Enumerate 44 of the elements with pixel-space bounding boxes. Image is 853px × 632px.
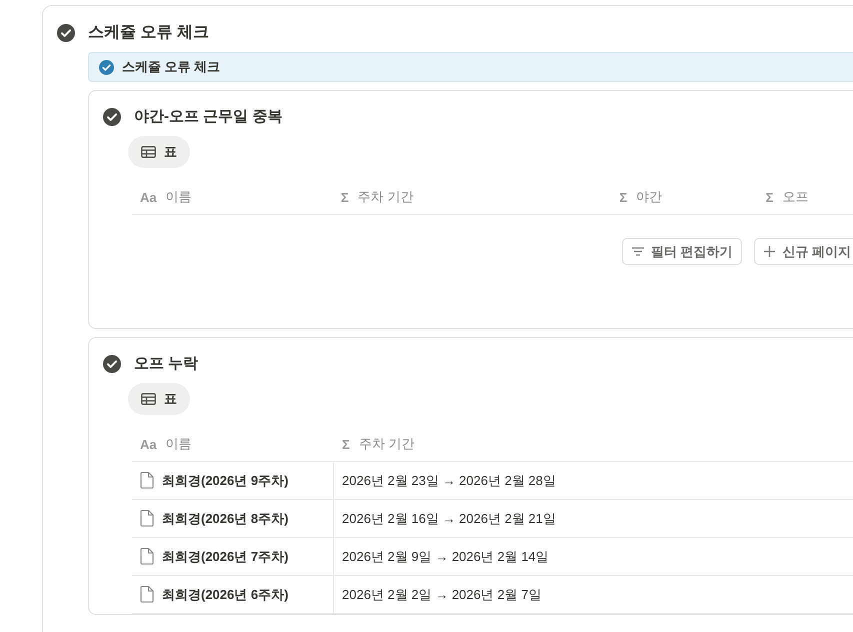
column-header[interactable]: 주차 기간	[358, 188, 414, 206]
page-icon	[140, 472, 154, 489]
table-icon	[141, 146, 156, 158]
page-icon	[140, 510, 154, 527]
view-title: 야간-오프 근무일 중복	[134, 107, 282, 126]
filter-button[interactable]: 필터 편집하기	[622, 238, 742, 265]
column-type-icon: Σ	[340, 190, 349, 204]
check-circle-icon	[103, 108, 121, 126]
table-cell-text: 2026년 2월 2일 → 2026년 2월 7일	[341, 586, 542, 604]
column-type-icon: Σ	[619, 190, 628, 204]
table-cell-text: 2026년 2월 23일 → 2026년 2월 28일	[341, 472, 557, 490]
plus-icon	[764, 246, 776, 257]
view-title: 오프 누락	[134, 354, 198, 373]
table-cell-text: 2026년 2월 16일 → 2026년 2월 21일	[341, 510, 557, 528]
section-title: 스케쥴 오류 체크	[88, 23, 209, 43]
filter-icon	[632, 247, 644, 256]
callout-text: 스케쥴 오류 체크	[122, 58, 220, 76]
column-type-icon: Σ	[766, 190, 774, 204]
page-icon	[140, 548, 154, 565]
column-type-icon: Σ	[342, 436, 350, 452]
column-header[interactable]: 야간	[636, 188, 662, 206]
check-circle-icon	[99, 60, 114, 74]
table-cell[interactable]: 최희경(2026년 9주차)	[132, 462, 334, 499]
check-circle-icon	[57, 24, 75, 42]
page-title[interactable]: 최희경(2026년 9주차)	[162, 472, 288, 490]
view-tab[interactable]: 표	[128, 383, 190, 415]
column-type-icon: Aa	[140, 436, 157, 452]
column-header[interactable]: 오프	[782, 188, 808, 206]
check-circle-icon	[103, 354, 121, 372]
add-button[interactable]: 신규 페이지	[754, 238, 853, 265]
column-header[interactable]: 주차 기간	[358, 435, 414, 453]
column-header[interactable]: 이름	[166, 435, 192, 453]
column-header[interactable]: 이름	[166, 188, 192, 206]
table-cell[interactable]: 최희경(2026년 6주차)	[132, 576, 334, 613]
view-tab[interactable]: 표	[128, 136, 190, 168]
page-title[interactable]: 최희경(2026년 8주차)	[162, 510, 288, 528]
page-title[interactable]: 최희경(2026년 6주차)	[162, 586, 288, 604]
table-cell[interactable]: 최희경(2026년 8주차)	[132, 500, 334, 537]
table-cell-text: 2026년 2월 9일 → 2026년 2월 14일	[341, 548, 550, 566]
column-type-icon: Aa	[140, 190, 157, 204]
table-icon	[141, 393, 156, 405]
page-title[interactable]: 최희경(2026년 7주차)	[162, 548, 288, 566]
page-icon	[140, 586, 154, 603]
table-cell[interactable]: 최희경(2026년 7주차)	[132, 538, 334, 575]
